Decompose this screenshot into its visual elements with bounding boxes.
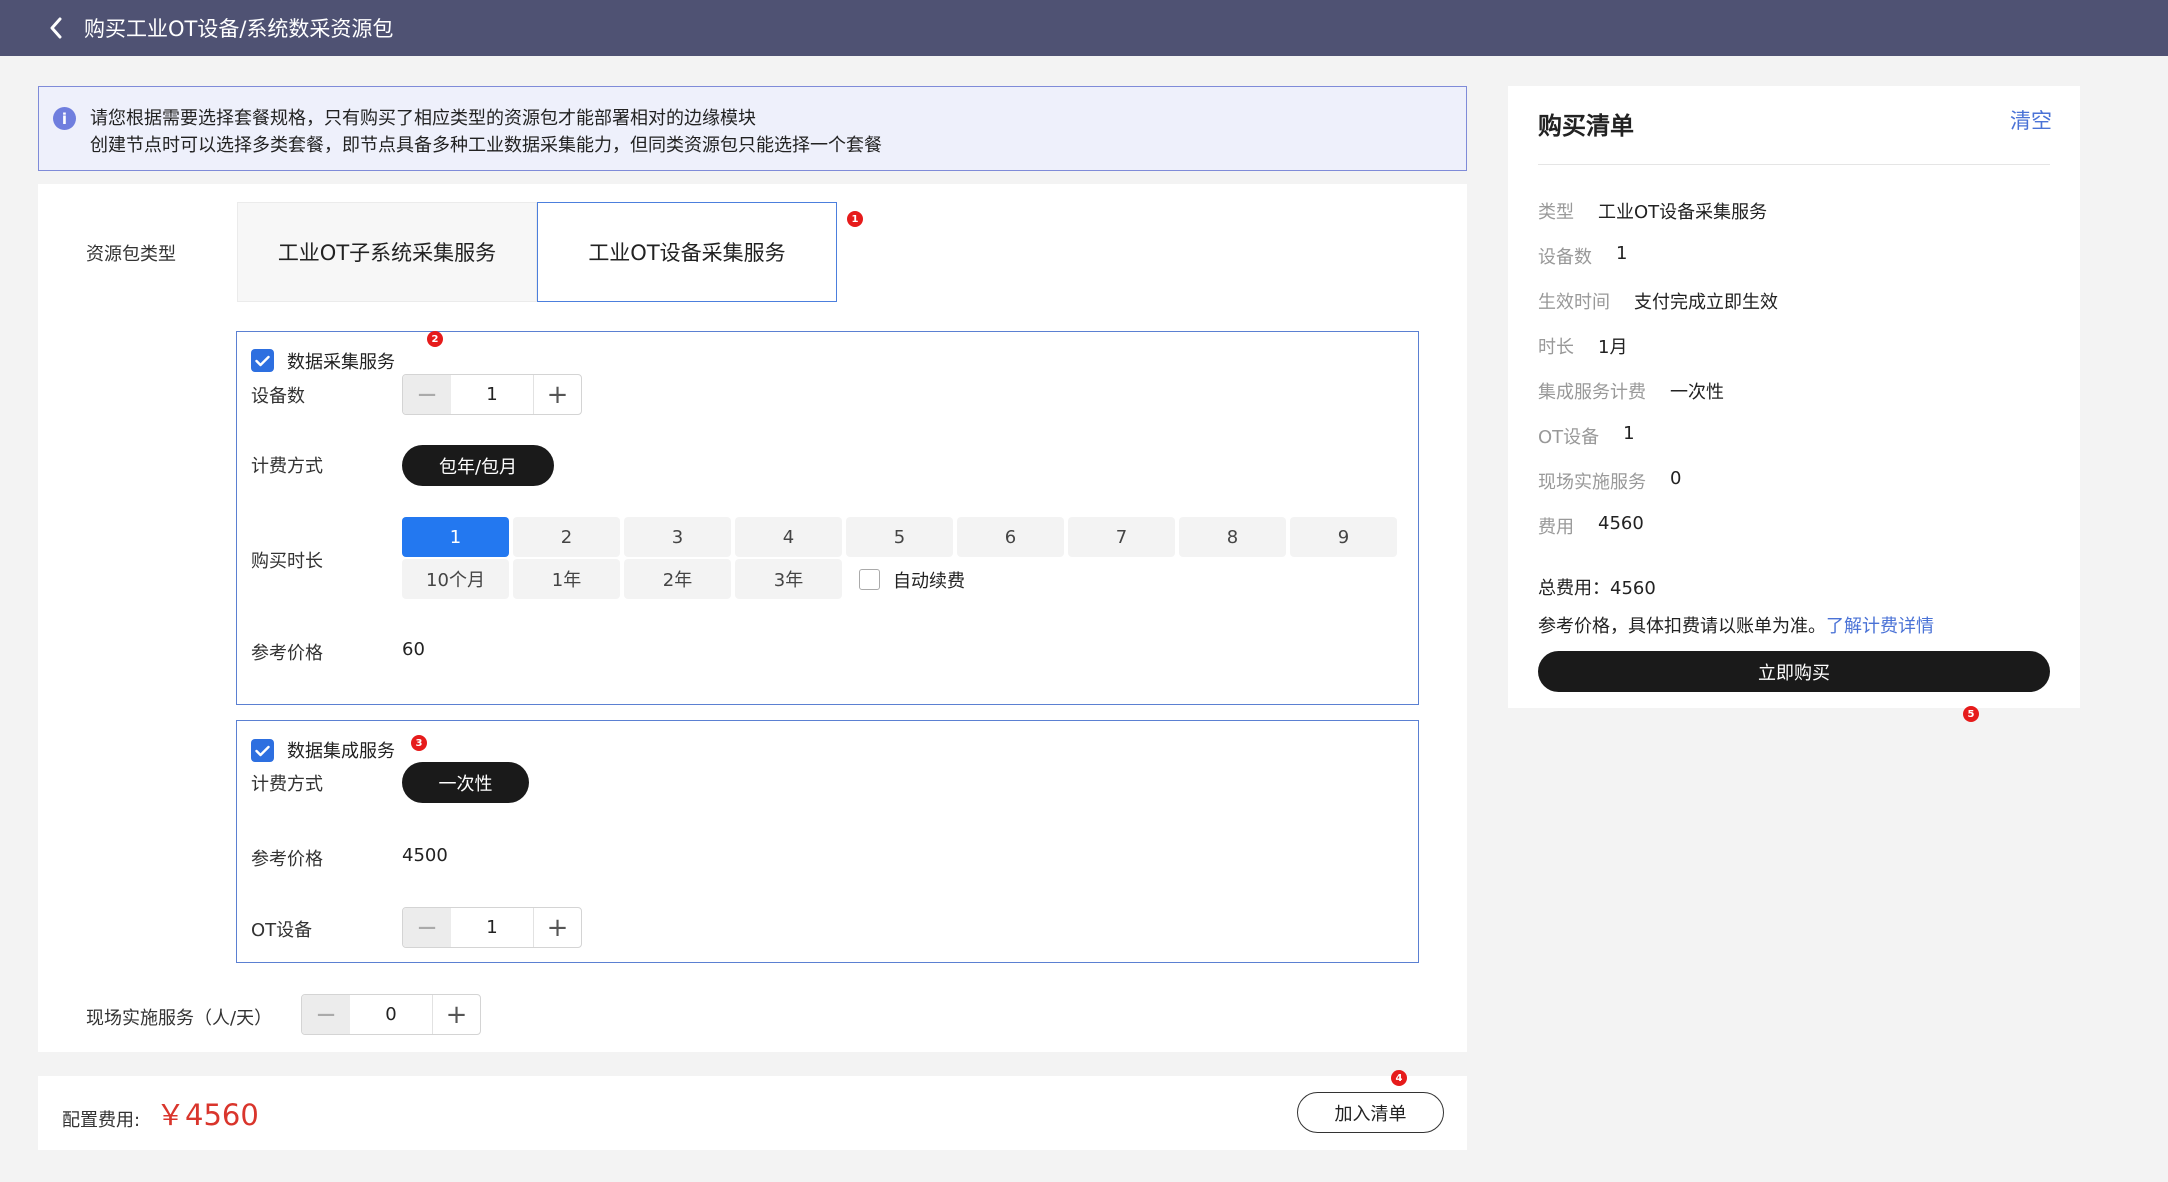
step-badge-4: 4 [1391, 1070, 1407, 1086]
data-collection-title: 数据采集服务 [287, 352, 395, 373]
list-item-value: 1月 [1598, 337, 1628, 358]
list-item-key: 设备数 [1538, 247, 1592, 268]
data-collection-panel: 数据采集服务 2 设备数 − 1 + 计费方式 包年/包月 购买时长 1 2 3… [236, 331, 1419, 705]
device-count-label: 设备数 [251, 386, 305, 407]
duration-option-1[interactable]: 1 [402, 517, 509, 557]
collection-price-value: 60 [402, 639, 425, 660]
list-item-key: OT设备 [1538, 427, 1600, 448]
list-item-value: 支付完成立即生效 [1634, 292, 1778, 313]
onsite-service-label: 现场实施服务（人/天） [86, 1008, 273, 1029]
data-integration-panel: 数据集成服务 3 计费方式 一次性 参考价格 4500 OT设备 − 1 + [236, 720, 1419, 963]
page-title: 购买工业OT设备/系统数采资源包 [84, 17, 394, 41]
collection-price-label: 参考价格 [251, 643, 323, 664]
list-item-value: 4560 [1598, 513, 1644, 534]
add-to-list-button[interactable]: 加入清单 [1297, 1092, 1444, 1133]
tab-ot-device[interactable]: 工业OT设备采集服务 [537, 202, 837, 302]
list-item: OT设备 1 [1538, 423, 1635, 449]
step-badge-3: 3 [411, 735, 427, 751]
list-item-value: 1 [1616, 243, 1628, 264]
billing-method-label: 计费方式 [251, 456, 323, 477]
billing-details-link[interactable]: 了解计费详情 [1826, 616, 1934, 637]
duration-option-2[interactable]: 2 [513, 517, 620, 557]
config-panel: 资源包类型 工业OT子系统采集服务 工业OT设备采集服务 1 数据采集服务 2 … [38, 184, 1467, 1052]
list-item: 时长 1月 [1538, 333, 1627, 359]
device-count-stepper: − 1 + [402, 374, 582, 415]
onsite-service-stepper: − 0 + [301, 994, 481, 1035]
ot-device-stepper: − 1 + [402, 907, 582, 948]
data-integration-title: 数据集成服务 [287, 741, 395, 762]
step-badge-2: 2 [427, 331, 443, 347]
price-note-text: 参考价格，具体扣费请以账单为准。 [1538, 616, 1826, 637]
device-count-value[interactable]: 1 [451, 375, 533, 414]
tab-ot-subsystem[interactable]: 工业OT子系统采集服务 [237, 202, 537, 302]
duration-option-1-year[interactable]: 1年 [513, 559, 620, 599]
info-icon: i [53, 107, 76, 130]
price-note: 参考价格，具体扣费请以账单为准。了解计费详情 [1538, 612, 1934, 638]
buy-now-button[interactable]: 立即购买 [1538, 651, 2050, 692]
list-item-key: 现场实施服务 [1538, 472, 1646, 493]
notice-line-2: 创建节点时可以选择多类套餐，即节点具备多种工业数据采集能力，但同类资源包只能选择… [90, 135, 882, 156]
auto-renew-checkbox[interactable] [859, 569, 880, 590]
top-bar: 购买工业OT设备/系统数采资源包 [0, 0, 2168, 56]
duration-option-9[interactable]: 9 [1290, 517, 1397, 557]
config-fee-value: ￥4560 [156, 1098, 259, 1132]
list-item: 现场实施服务 0 [1538, 468, 1681, 494]
duration-option-6[interactable]: 6 [957, 517, 1064, 557]
billing-yearly-monthly-button[interactable]: 包年/包月 [402, 445, 554, 486]
device-count-plus-button[interactable]: + [533, 375, 581, 414]
data-integration-checkbox[interactable] [251, 739, 274, 762]
integration-billing-label: 计费方式 [251, 774, 323, 795]
ot-device-value[interactable]: 1 [451, 908, 533, 947]
list-item-value: 工业OT设备采集服务 [1598, 202, 1768, 223]
list-item: 设备数 1 [1538, 243, 1627, 269]
ot-device-label: OT设备 [251, 920, 313, 941]
purchase-list-panel: 购买清单 清空 类型 工业OT设备采集服务 设备数 1 生效时间 支付完成立即生… [1508, 86, 2080, 722]
back-arrow-icon[interactable] [36, 8, 76, 48]
clear-list-button[interactable]: 清空 [2010, 105, 2052, 135]
list-item-key: 费用 [1538, 517, 1574, 538]
data-collection-checkbox[interactable] [251, 349, 274, 372]
duration-option-4[interactable]: 4 [735, 517, 842, 557]
duration-option-3[interactable]: 3 [624, 517, 731, 557]
duration-option-3-years[interactable]: 3年 [735, 559, 842, 599]
config-fee-label: 配置费用: [62, 1110, 141, 1131]
notice-line-1: 请您根据需要选择套餐规格，只有购买了相应类型的资源包才能部署相对的边缘模块 [90, 108, 756, 129]
info-notice: i 请您根据需要选择套餐规格，只有购买了相应类型的资源包才能部署相对的边缘模块 … [38, 86, 1467, 171]
ot-device-plus-button[interactable]: + [533, 908, 581, 947]
duration-label: 购买时长 [251, 551, 323, 572]
billing-one-time-button[interactable]: 一次性 [402, 762, 529, 803]
device-count-minus-button[interactable]: − [403, 375, 451, 414]
list-item-value: 一次性 [1670, 382, 1724, 403]
list-item-key: 生效时间 [1538, 292, 1610, 313]
package-type-label: 资源包类型 [86, 244, 176, 265]
step-badge-5: 5 [1963, 706, 1979, 722]
ot-device-minus-button[interactable]: − [403, 908, 451, 947]
duration-option-2-years[interactable]: 2年 [624, 559, 731, 599]
list-item-value: 0 [1670, 468, 1682, 489]
onsite-minus-button[interactable]: − [302, 995, 350, 1034]
list-item-key: 类型 [1538, 202, 1574, 223]
duration-option-5[interactable]: 5 [846, 517, 953, 557]
integration-price-label: 参考价格 [251, 849, 323, 870]
config-footer: 配置费用: ￥4560 4 加入清单 [38, 1070, 1467, 1150]
list-item-value: 1 [1623, 423, 1635, 444]
auto-renew-label: 自动续费 [893, 571, 965, 592]
list-item: 集成服务计费 一次性 [1538, 378, 1724, 404]
step-badge-1: 1 [847, 211, 863, 227]
list-item: 生效时间 支付完成立即生效 [1538, 288, 1778, 314]
list-item: 费用 4560 [1538, 513, 1644, 539]
duration-option-8[interactable]: 8 [1179, 517, 1286, 557]
list-item: 类型 工业OT设备采集服务 [1538, 198, 1767, 224]
duration-option-10-months[interactable]: 10个月 [402, 559, 509, 599]
onsite-plus-button[interactable]: + [432, 995, 480, 1034]
total-fee: 总费用：4560 [1538, 578, 1656, 599]
duration-option-7[interactable]: 7 [1068, 517, 1175, 557]
purchase-list-title: 购买清单 [1538, 112, 1634, 140]
divider [1538, 164, 2050, 165]
integration-price-value: 4500 [402, 845, 448, 866]
onsite-value[interactable]: 0 [350, 995, 432, 1034]
list-item-key: 时长 [1538, 337, 1574, 358]
list-item-key: 集成服务计费 [1538, 382, 1646, 403]
